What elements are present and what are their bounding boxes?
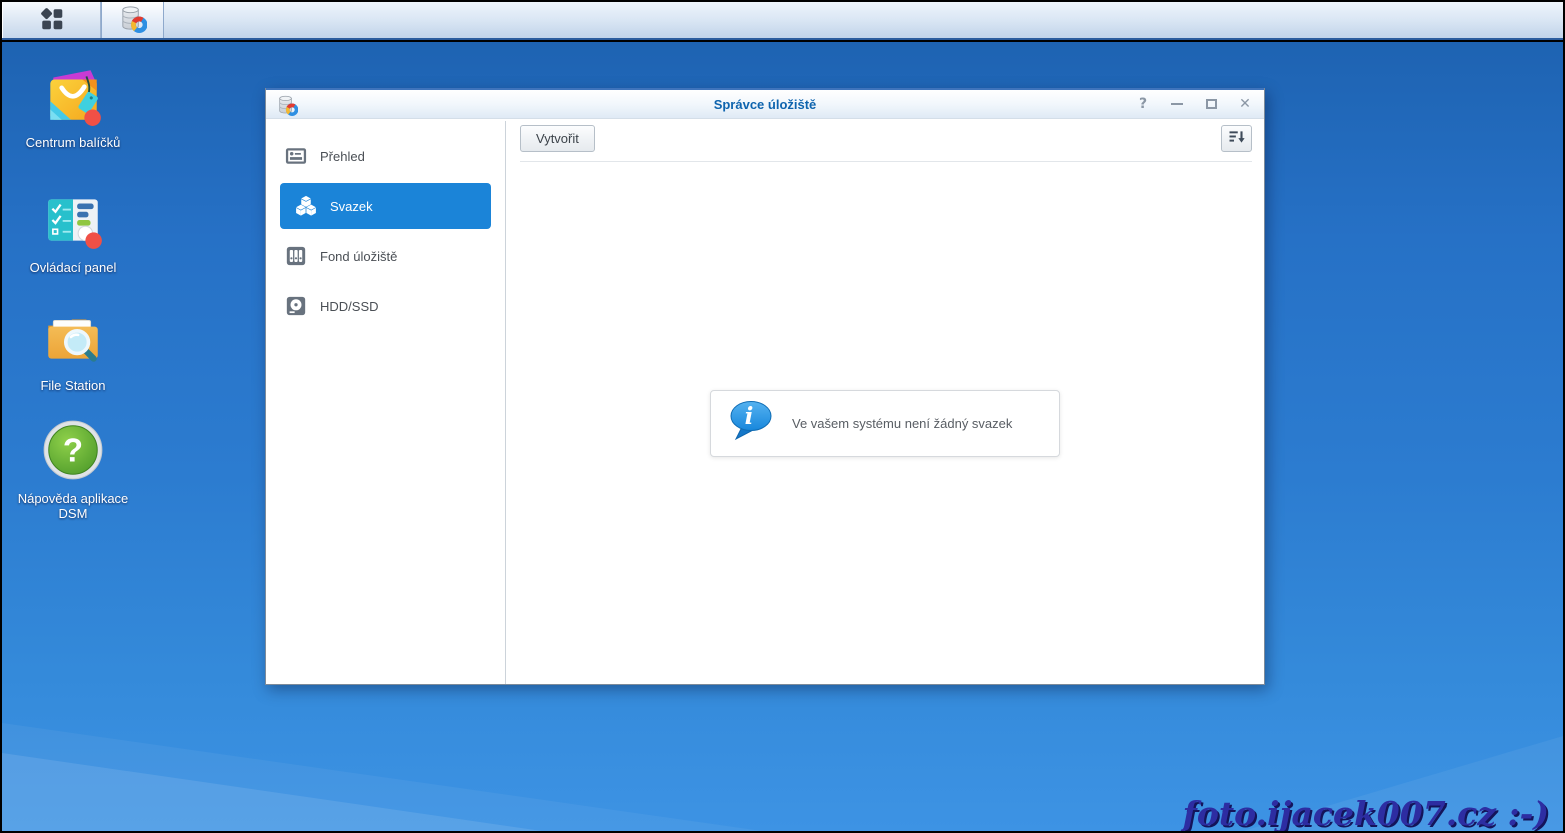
toolbar: Vytvořit <box>520 121 1252 162</box>
desktop-root: Centrum balíčků <box>2 2 1563 831</box>
desktop-icon-file-station[interactable]: File Station <box>7 305 139 393</box>
apps-grid-icon <box>39 6 65 35</box>
sidebar-item-label: HDD/SSD <box>320 299 379 314</box>
screen: Centrum balíčků <box>0 0 1565 833</box>
desktop-icon-dsm-help[interactable]: ? Nápověda aplikace DSM <box>7 418 139 521</box>
create-button[interactable]: Vytvořit <box>520 125 595 152</box>
sort-button[interactable] <box>1221 125 1252 152</box>
maximize-icon <box>1206 99 1217 109</box>
taskbar-storage-manager-button[interactable] <box>101 2 164 38</box>
empty-volume-message: i Ve vašem systému není žádný svazek <box>710 390 1060 457</box>
window-title: Správce úložiště <box>266 97 1264 112</box>
desktop-icon-label: Centrum balíčků <box>7 135 139 150</box>
sort-descending-icon <box>1228 128 1246 149</box>
file-station-icon <box>40 305 106 371</box>
storage-manager-icon <box>276 94 298 116</box>
sidebar: Přehled Svazek <box>266 121 506 684</box>
minimize-button[interactable] <box>1170 97 1184 111</box>
storage-manager-window: Správce úložiště ? ✕ <box>265 88 1265 685</box>
package-center-icon <box>40 62 106 128</box>
volume-cubes-icon <box>295 195 317 217</box>
minimize-icon <box>1171 103 1183 105</box>
desktop-icon-label: File Station <box>7 378 139 393</box>
desktop-icon-label: Nápověda aplikace DSM <box>7 491 139 521</box>
watermark-text: foto.ijacek007.cz :-) <box>1183 794 1549 831</box>
maximize-button[interactable] <box>1204 97 1218 111</box>
storage-manager-icon <box>118 4 147 36</box>
overview-icon <box>285 145 307 167</box>
hdd-ssd-icon <box>285 295 307 317</box>
storage-pool-icon <box>285 245 307 267</box>
control-panel-icon <box>40 187 106 253</box>
sidebar-item-label: Fond úložiště <box>320 249 397 264</box>
svg-text:i: i <box>745 403 754 430</box>
window-titlebar[interactable]: Správce úložiště ? ✕ <box>266 88 1264 119</box>
window-controls: ? ✕ <box>1136 90 1252 118</box>
sidebar-item-prehled[interactable]: Přehled <box>266 131 505 181</box>
sidebar-item-label: Svazek <box>330 199 373 214</box>
sidebar-item-svazek[interactable]: Svazek <box>280 183 491 229</box>
svg-text:?: ? <box>63 431 83 468</box>
main-menu-button[interactable] <box>2 2 101 38</box>
info-bubble-icon: i <box>727 400 775 447</box>
window-body: Přehled Svazek <box>266 121 1264 684</box>
sidebar-item-fond-uloziste[interactable]: Fond úložiště <box>266 231 505 281</box>
close-button[interactable]: ✕ <box>1238 97 1252 111</box>
sidebar-item-hdd-ssd[interactable]: HDD/SSD <box>266 281 505 331</box>
content-panel: Vytvořit <box>506 121 1264 684</box>
sidebar-item-label: Přehled <box>320 149 365 164</box>
desktop-icon-control-panel[interactable]: Ovládací panel <box>7 187 139 275</box>
desktop-icon-package-center[interactable]: Centrum balíčků <box>7 62 139 150</box>
content-main: i Ve vašem systému není žádný svazek <box>506 162 1264 684</box>
desktop-icon-label: Ovládací panel <box>7 260 139 275</box>
dsm-help-icon: ? <box>40 418 106 484</box>
taskbar <box>2 2 1563 40</box>
help-button[interactable]: ? <box>1136 97 1150 111</box>
message-text: Ve vašem systému není žádný svazek <box>792 416 1012 431</box>
